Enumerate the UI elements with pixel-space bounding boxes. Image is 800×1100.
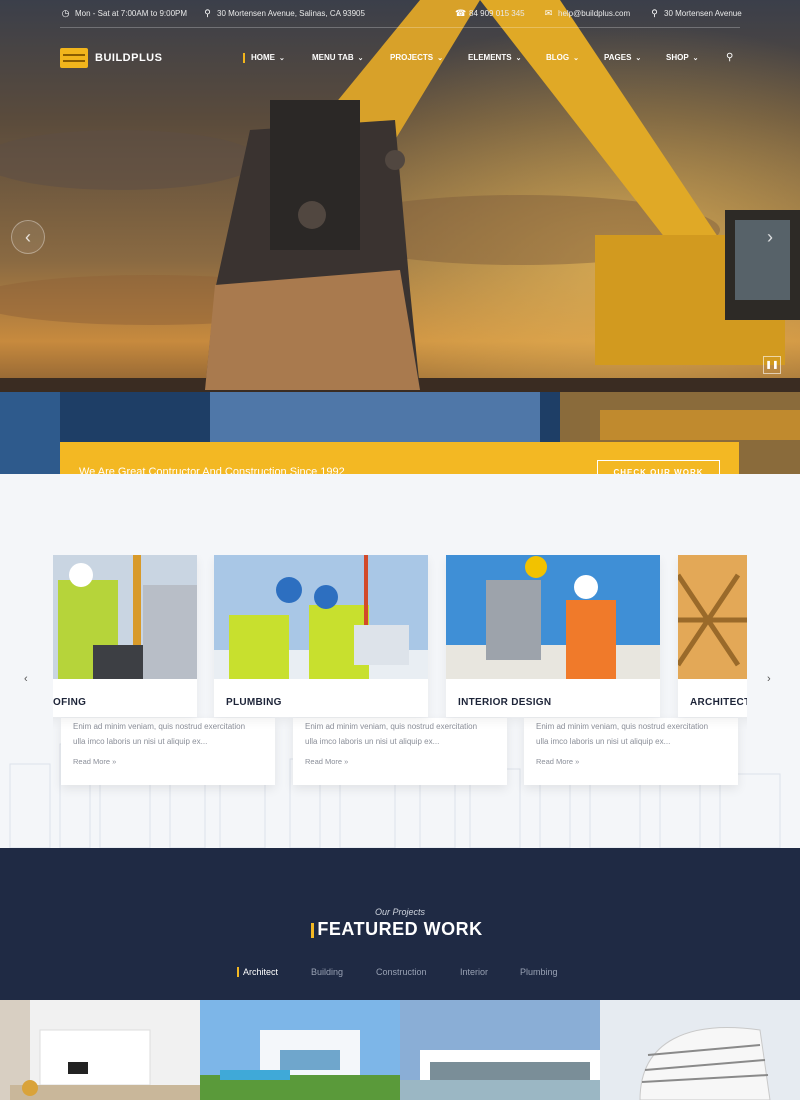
email-info[interactable]: ✉ help@buildplus.com <box>544 8 630 19</box>
service-card-roofing[interactable]: OFING <box>53 555 197 717</box>
nav-item-elements[interactable]: ELEMENTS ⌄ <box>468 53 521 62</box>
services-prev-button[interactable]: ‹ <box>24 673 28 685</box>
chevron-down-icon: ⌄ <box>573 54 579 62</box>
project-thumb[interactable] <box>400 1000 600 1100</box>
hours-text: Mon - Sat at 7:00AM to 9:00PM <box>75 9 188 18</box>
chevron-down-icon: ⌄ <box>357 54 364 62</box>
cta-banner: We Are Great Contructor And Construction… <box>60 442 739 474</box>
building-logo-icon <box>60 48 88 68</box>
nav-item-home[interactable]: HOME ⌄ <box>243 53 285 63</box>
project-thumb[interactable] <box>600 1000 800 1100</box>
nav-label: HOME <box>251 53 275 62</box>
nav-label: PAGES <box>604 53 632 62</box>
phone-icon: ☎ <box>455 8 467 18</box>
plumbing-photo <box>214 555 428 679</box>
nav-item-projects[interactable]: PROJECTS ⌄ <box>390 53 443 62</box>
roofing-photo <box>53 555 197 679</box>
featured-work-section: Our Projects FEATURED WORK Architect Bui… <box>0 848 800 1100</box>
filter-construction[interactable]: Construction <box>376 967 427 977</box>
service-card-plumbing[interactable]: PLUMBING <box>214 555 428 717</box>
address-short-info: ⚲ 30 Mortensen Avenue <box>650 8 742 19</box>
chevron-down-icon: ⌄ <box>515 54 522 62</box>
service-card-interior-design[interactable]: INTERIOR DESIGN <box>446 555 660 717</box>
search-icon[interactable]: ⚲ <box>726 52 733 63</box>
hours-info: ◷ Mon - Sat at 7:00AM to 9:00PM <box>61 8 188 19</box>
service-card-architect[interactable]: ARCHITECT <box>678 555 747 717</box>
chevron-left-icon: ‹ <box>25 227 31 247</box>
architect-photo <box>678 555 747 679</box>
section-title: FEATURED WORK <box>317 919 483 939</box>
chevron-down-icon: ⌄ <box>692 54 699 62</box>
project-thumb[interactable] <box>200 1000 400 1100</box>
address-short-text: 30 Mortensen Avenue <box>664 9 742 18</box>
nav-label: PROJECTS <box>390 53 434 62</box>
chevron-right-icon: › <box>767 227 773 247</box>
excavator-illustration <box>0 0 800 474</box>
address-text: 30 Mortensen Avenue, Salinas, CA 93905 <box>217 9 365 18</box>
nav-label: MENU TAB <box>312 53 354 62</box>
nav-label: BLOG <box>546 53 570 62</box>
mail-icon: ✉ <box>544 8 553 18</box>
filter-plumbing[interactable]: Plumbing <box>520 967 558 977</box>
services-carousel: OFING PLUMBING INTERIOR DESIGN ARCHITECT <box>53 555 747 805</box>
pause-icon: ❚❚ <box>765 360 779 369</box>
email-text[interactable]: help@buildplus.com <box>558 9 630 18</box>
chevron-down-icon: ⌄ <box>635 54 642 62</box>
slider-next-button[interactable]: › <box>753 220 787 254</box>
map-pin-icon: ⚲ <box>204 8 211 18</box>
map-pin-icon: ⚲ <box>651 8 658 18</box>
chevron-left-icon: ‹ <box>24 673 28 685</box>
phone-text[interactable]: 84 909 015 345 <box>469 9 525 18</box>
project-thumb[interactable] <box>0 1000 200 1100</box>
section-kicker: Our Projects <box>374 907 425 917</box>
site-logo[interactable]: BUILDPLUS <box>60 48 162 68</box>
nav-label: ELEMENTS <box>468 53 512 62</box>
hero-slider: ◷ Mon - Sat at 7:00AM to 9:00PM ⚲ 30 Mor… <box>0 0 800 474</box>
nav-item-shop[interactable]: SHOP ⌄ <box>666 53 699 62</box>
check-our-work-button[interactable]: CHECK OUR WORK <box>597 460 720 474</box>
nav-item-pages[interactable]: PAGES ⌄ <box>604 53 641 62</box>
services-next-button[interactable]: › <box>767 673 771 685</box>
nav-item-menu-tab[interactable]: MENU TAB ⌄ <box>312 53 364 62</box>
filter-interior[interactable]: Interior <box>460 967 488 977</box>
filter-architect[interactable]: Architect <box>236 967 278 977</box>
clock-icon: ◷ <box>61 8 70 18</box>
nav-item-blog[interactable]: BLOG ⌄ <box>546 53 579 62</box>
filter-building[interactable]: Building <box>311 967 343 977</box>
phone-info[interactable]: ☎ 84 909 015 345 <box>455 8 525 19</box>
interior-design-photo <box>446 555 660 679</box>
brand-name: BUILDPLUS <box>95 52 163 64</box>
service-title: OFING <box>53 697 87 708</box>
services-section: ‹ › Enim ad minim veniam, quis nostrud e… <box>0 474 800 848</box>
cta-text: We Are Great Contructor And Construction… <box>79 466 345 474</box>
service-title: INTERIOR DESIGN <box>458 697 552 708</box>
top-info-bar: ◷ Mon - Sat at 7:00AM to 9:00PM ⚲ 30 Mor… <box>0 0 800 28</box>
chevron-down-icon: ⌄ <box>437 54 443 62</box>
chevron-right-icon: › <box>767 673 771 685</box>
service-title: PLUMBING <box>226 697 282 708</box>
slider-pause-button[interactable]: ❚❚ <box>763 356 781 374</box>
chevron-down-icon: ⌄ <box>279 54 285 62</box>
address-info: ⚲ 30 Mortensen Avenue, Salinas, CA 93905 <box>203 8 365 19</box>
nav-label: SHOP <box>666 53 689 62</box>
topbar-divider <box>60 27 740 28</box>
service-title: ARCHITECT <box>690 697 747 708</box>
slider-prev-button[interactable]: ‹ <box>11 220 45 254</box>
